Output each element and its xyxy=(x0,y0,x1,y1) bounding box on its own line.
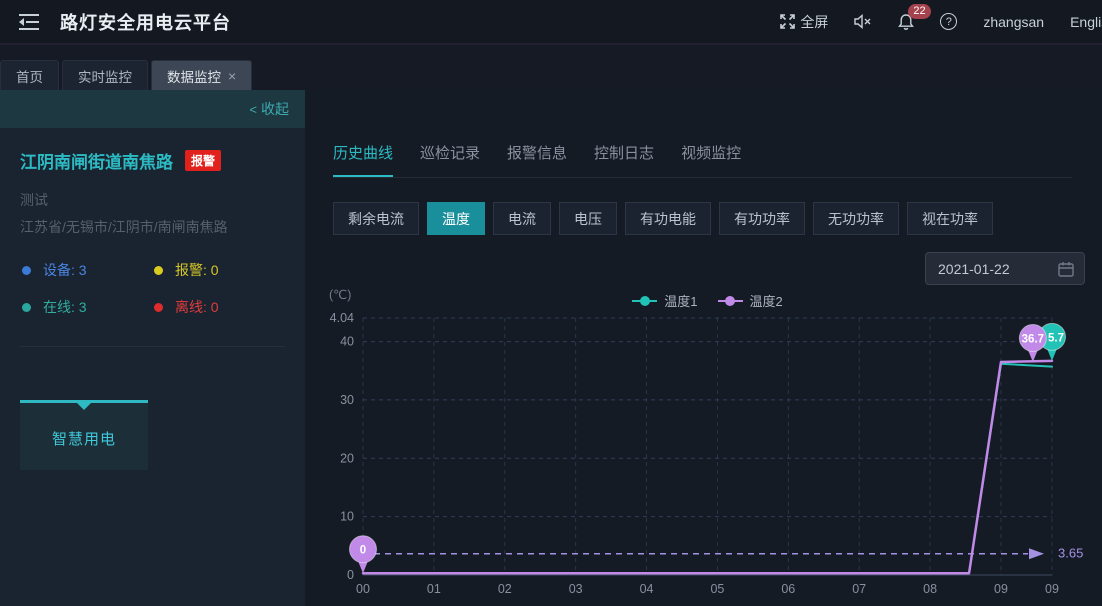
date-picker[interactable]: 2021-01-22 xyxy=(925,252,1085,285)
marker-pin-label: 0 xyxy=(360,545,366,557)
series-line-温度1 xyxy=(363,364,1052,573)
chevron-left-icon: < xyxy=(249,102,257,117)
history-chart[interactable]: (℃) 0 10 20 30 40 4.04 00 01 02 03 04 05 06 07 08 09 09 3.… xyxy=(305,285,1102,606)
metric-button-0[interactable]: 剩余电流 xyxy=(333,202,419,235)
metric-button-1[interactable]: 温度 xyxy=(427,202,485,235)
app-title: 路灯安全用电云平台 xyxy=(60,9,231,35)
calendar-icon xyxy=(1058,261,1074,277)
sidebar-divider xyxy=(20,346,285,347)
y-tick-label: 40 xyxy=(340,335,354,349)
window-tab-0[interactable]: 首页 xyxy=(0,60,59,90)
history-tab-0[interactable]: 历史曲线 xyxy=(333,142,393,177)
history-tab-4[interactable]: 视频监控 xyxy=(681,142,741,177)
fullscreen-button[interactable]: 全屏 xyxy=(780,12,828,32)
window-tab-label: 数据监控 xyxy=(167,66,221,86)
marker-pin-label: 36.7 xyxy=(1022,334,1044,346)
triangle-down-icon xyxy=(77,403,91,417)
history-tabs: 历史曲线巡检记录报警信息控制日志视频监控 xyxy=(333,142,1072,178)
stat-0: 设备: 3 xyxy=(22,260,154,280)
marker-pin-label: 5.7 xyxy=(1048,332,1064,344)
stat-2: 在线: 3 xyxy=(22,297,154,317)
metric-button-2[interactable]: 电流 xyxy=(493,202,551,235)
stat-text: 在线: 3 xyxy=(43,297,87,317)
speaker-muted-icon xyxy=(854,14,872,29)
smart-power-card[interactable]: 智慧用电 xyxy=(20,400,148,470)
y-axis-unit: (℃) xyxy=(329,288,351,302)
help-button[interactable]: ? xyxy=(940,13,957,30)
x-tick-label: 05 xyxy=(710,582,724,596)
x-tick-label: 00 xyxy=(356,582,370,596)
main-panel: 历史曲线巡检记录报警信息控制日志视频监控 剩余电流温度电流电压有功电能有功功率无… xyxy=(305,90,1102,606)
series-line-温度2 xyxy=(363,361,1052,573)
window-tab-2[interactable]: 数据监控 × xyxy=(151,60,252,90)
tab-close-icon[interactable]: × xyxy=(228,68,236,84)
x-tick-label: 04 xyxy=(640,582,654,596)
stat-text: 报警: 0 xyxy=(175,260,219,280)
window-tab-1[interactable]: 实时监控 xyxy=(62,60,148,90)
menu-collapse-icon[interactable] xyxy=(16,9,42,35)
x-tick-label: 09 xyxy=(994,582,1008,596)
x-tick-label: 02 xyxy=(498,582,512,596)
language-switch[interactable]: English xyxy=(1070,14,1102,30)
stat-1: 报警: 0 xyxy=(154,260,286,280)
notification-count-badge: 22 xyxy=(908,4,930,19)
x-tick-label: 08 xyxy=(923,582,937,596)
history-tab-3[interactable]: 控制日志 xyxy=(594,142,654,177)
notifications-button[interactable]: 22 xyxy=(898,13,914,30)
stat-dot-icon xyxy=(154,266,163,275)
help-icon: ? xyxy=(940,13,957,30)
fullscreen-icon xyxy=(780,14,795,29)
metric-button-4[interactable]: 有功电能 xyxy=(625,202,711,235)
window-tab-label: 首页 xyxy=(16,66,43,86)
window-tab-label: 实时监控 xyxy=(78,66,132,86)
station-subtitle: 测试 xyxy=(20,190,48,210)
smart-power-label: 智慧用电 xyxy=(20,428,148,449)
stat-dot-icon xyxy=(22,303,31,312)
app-header: 路灯安全用电云平台 全屏 22 xyxy=(0,0,1102,45)
stat-text: 设备: 3 xyxy=(43,260,87,280)
metric-button-6[interactable]: 无功功率 xyxy=(813,202,899,235)
markline-label: 3.65 xyxy=(1058,546,1083,561)
history-tab-1[interactable]: 巡检记录 xyxy=(420,142,480,177)
y-tick-label: 4.04 xyxy=(330,311,354,325)
x-tick-label: 01 xyxy=(427,582,441,596)
window-tabbar: 首页 实时监控 数据监控 × xyxy=(0,47,1102,90)
stat-dot-icon xyxy=(22,266,31,275)
metric-button-7[interactable]: 视在功率 xyxy=(907,202,993,235)
station-address: 江苏省/无锡市/江阴市/南闸南焦路 xyxy=(20,217,228,237)
y-tick-label: 20 xyxy=(340,451,354,465)
sidebar-collapse-button[interactable]: < 收起 xyxy=(0,90,305,128)
stat-3: 离线: 0 xyxy=(154,297,286,317)
date-value: 2021-01-22 xyxy=(938,261,1058,277)
y-tick-label: 10 xyxy=(340,510,354,524)
x-tick-label: 07 xyxy=(852,582,866,596)
y-tick-label: 0 xyxy=(347,568,354,582)
mute-button[interactable] xyxy=(854,14,872,29)
station-stats: 设备: 3 报警: 0 在线: 3 离线: 0 xyxy=(22,260,286,317)
x-tick-label: 03 xyxy=(569,582,583,596)
history-tab-2[interactable]: 报警信息 xyxy=(507,142,567,177)
station-name: 江阴南闸街道南焦路 xyxy=(20,148,173,173)
x-tick-label: 09 xyxy=(1045,582,1059,596)
metric-button-3[interactable]: 电压 xyxy=(559,202,617,235)
stat-text: 离线: 0 xyxy=(175,297,219,317)
metric-button-5[interactable]: 有功功率 xyxy=(719,202,805,235)
y-tick-label: 30 xyxy=(340,393,354,407)
metric-buttons: 剩余电流温度电流电压有功电能有功功率无功功率视在功率 xyxy=(333,202,993,235)
alarm-badge: 报警 xyxy=(185,150,221,171)
username-menu[interactable]: zhangsan xyxy=(983,14,1044,30)
x-tick-label: 06 xyxy=(781,582,795,596)
stat-dot-icon xyxy=(154,303,163,312)
station-sidebar: < 收起 江阴南闸街道南焦路 报警 测试 江苏省/无锡市/江阴市/南闸南焦路 设… xyxy=(0,90,305,606)
